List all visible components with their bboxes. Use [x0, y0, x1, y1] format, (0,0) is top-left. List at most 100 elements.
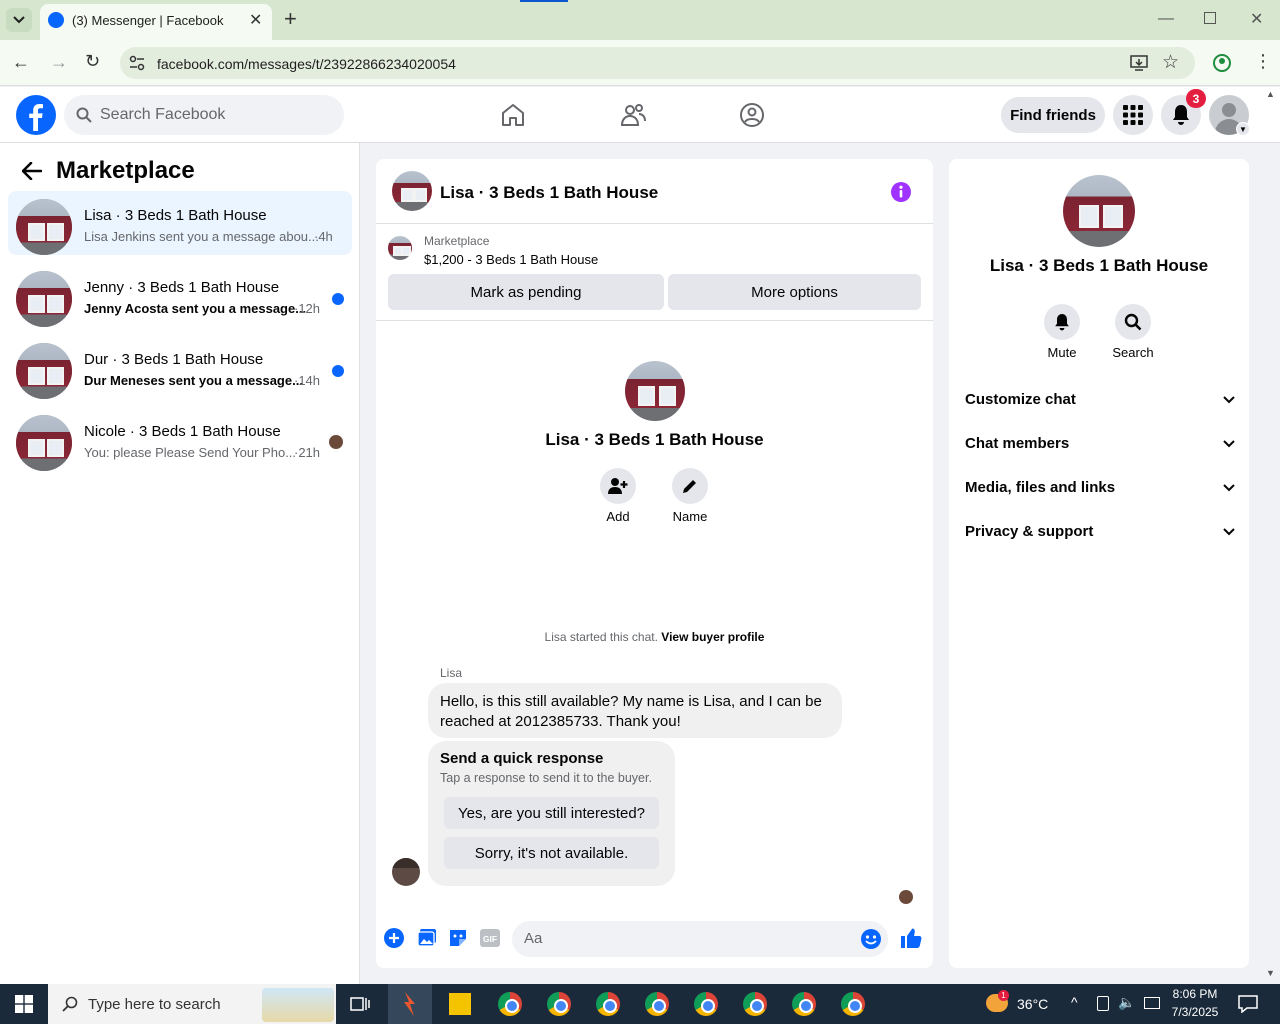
add-people-button[interactable] — [600, 468, 636, 504]
taskbar-chrome-window[interactable] — [488, 984, 532, 1024]
chrome-icon — [841, 992, 865, 1016]
listing-thumbnail — [16, 271, 72, 327]
svg-text:GIF: GIF — [483, 934, 497, 944]
section-label: Media, files and links — [965, 479, 1116, 496]
new-tab-icon[interactable]: + — [284, 6, 297, 32]
message-input[interactable] — [512, 921, 888, 957]
name-chat-button[interactable] — [672, 468, 708, 504]
view-buyer-profile-link[interactable]: View buyer profile — [661, 630, 764, 644]
close-tab-icon[interactable]: ✕ — [249, 10, 262, 30]
like-icon[interactable] — [899, 926, 923, 950]
minimize-icon[interactable]: — — [1158, 10, 1174, 28]
scroll-up-arrow[interactable]: ▲ — [1266, 89, 1275, 99]
profile-icon[interactable] — [1212, 53, 1232, 73]
menu-button[interactable] — [1113, 95, 1153, 135]
conversation-item[interactable]: Dur · 3 Beds 1 Bath House Dur Meneses se… — [8, 335, 352, 399]
message-bubble: Hello, is this still available? My name … — [428, 683, 842, 738]
conversation-item[interactable]: Jenny · 3 Beds 1 Bath House Jenny Acosta… — [8, 263, 352, 327]
restore-icon[interactable] — [1204, 12, 1216, 24]
customize-chat-section[interactable]: Customize chat — [965, 391, 1235, 408]
chat-members-section[interactable]: Chat members — [965, 435, 1235, 452]
clock-date[interactable]: 7/3/2025 — [1166, 1005, 1224, 1019]
conversation-item[interactable]: Nicole · 3 Beds 1 Bath House You: please… — [8, 407, 352, 471]
gif-icon[interactable]: GIF — [479, 928, 501, 948]
notification-center-icon[interactable] — [1238, 995, 1258, 1013]
facebook-search-placeholder: Search Facebook — [100, 106, 226, 123]
info-icon[interactable] — [890, 181, 912, 203]
groups-icon[interactable] — [739, 102, 765, 128]
back-arrow-icon[interactable] — [22, 162, 42, 180]
taskbar-chrome-window[interactable] — [586, 984, 630, 1024]
device-icon[interactable] — [1097, 996, 1109, 1011]
taskbar-chrome-window[interactable] — [831, 984, 875, 1024]
taskbar-sticky-notes[interactable] — [438, 984, 482, 1024]
sender-name: Lisa — [440, 666, 463, 680]
temperature[interactable]: 36°C — [1017, 996, 1048, 1012]
search-conversation-button[interactable] — [1115, 304, 1151, 340]
chrome-icon — [792, 992, 816, 1016]
task-view-icon — [350, 997, 370, 1011]
install-app-icon[interactable] — [1130, 54, 1148, 72]
taskbar-chrome-window[interactable] — [782, 984, 826, 1024]
details-avatar — [1063, 175, 1135, 247]
quick-reply-no-button[interactable]: Sorry, it's not available. — [444, 837, 659, 869]
mute-button[interactable] — [1044, 304, 1080, 340]
chevron-down-icon — [1223, 527, 1235, 535]
taskbar-chrome-window[interactable] — [635, 984, 679, 1024]
find-friends-button[interactable]: Find friends — [1001, 97, 1105, 133]
quick-reply-yes-button[interactable]: Yes, are you still interested? — [444, 797, 659, 829]
listing-thumbnail — [16, 415, 72, 471]
account-chevron-icon[interactable]: ▼ — [1236, 122, 1250, 136]
conversation-preview: Lisa Jenkins sent you a message abou... — [84, 229, 319, 244]
privacy-support-section[interactable]: Privacy & support — [965, 523, 1235, 540]
add-label: Add — [606, 509, 630, 524]
site-settings-icon[interactable] — [129, 55, 145, 71]
chat-title[interactable]: Lisa · 3 Beds 1 Bath House — [440, 183, 658, 203]
url-text: facebook.com/messages/t/2392286623402005… — [157, 56, 456, 72]
volume-icon[interactable]: 🔈 — [1118, 994, 1135, 1011]
plus-circle-icon[interactable] — [384, 928, 404, 948]
tray-expand-icon[interactable]: ^ — [1071, 994, 1078, 1010]
clock-time[interactable]: 8:06 PM — [1166, 987, 1224, 1001]
listing-price-title[interactable]: $1,200 - 3 Beds 1 Bath House — [424, 252, 598, 267]
tab-search-button[interactable] — [6, 8, 32, 32]
browser-menu-icon[interactable]: ⋮ — [1254, 51, 1272, 72]
sticky-notes-icon — [449, 993, 471, 1015]
chevron-down-icon — [13, 16, 25, 24]
taskbar-chrome-window[interactable] — [684, 984, 728, 1024]
listing-thumbnail-small — [388, 236, 412, 260]
friends-icon[interactable] — [620, 102, 646, 128]
chat-profile-name: Lisa · 3 Beds 1 Bath House — [545, 430, 764, 449]
mark-as-pending-button[interactable]: Mark as pending — [388, 274, 664, 310]
details-name: Lisa · 3 Beds 1 Bath House — [989, 256, 1209, 275]
forward-icon[interactable]: → — [50, 52, 68, 73]
emoji-icon[interactable] — [860, 928, 882, 950]
taskbar-app-pinned[interactable] — [388, 984, 432, 1024]
listing-label: Marketplace — [424, 234, 490, 248]
network-icon[interactable] — [1144, 997, 1160, 1009]
conversation-time: ·21h — [294, 445, 321, 460]
close-window-icon[interactable]: ✕ — [1250, 9, 1263, 29]
bookmark-star-icon[interactable]: ☆ — [1162, 51, 1179, 74]
scroll-down-arrow[interactable]: ▼ — [1266, 968, 1275, 978]
grid-menu-icon — [1123, 105, 1143, 125]
message-input-placeholder: Aa — [524, 930, 543, 947]
photo-icon[interactable] — [417, 928, 437, 948]
task-view-button[interactable] — [338, 984, 382, 1024]
divider — [376, 320, 933, 321]
windows-start-icon[interactable] — [15, 995, 33, 1013]
facebook-logo-icon[interactable] — [16, 95, 56, 135]
sticker-icon[interactable] — [448, 928, 468, 948]
media-files-links-section[interactable]: Media, files and links — [965, 479, 1235, 496]
reload-icon[interactable]: ↻ — [85, 51, 100, 72]
chat-avatar[interactable] — [392, 171, 432, 211]
home-icon[interactable] — [500, 102, 526, 128]
quick-response-subtitle: Tap a response to send it to the buyer. — [440, 771, 652, 785]
conversation-item[interactable]: Lisa · 3 Beds 1 Bath House Lisa Jenkins … — [8, 191, 352, 255]
back-icon[interactable]: ← — [12, 52, 30, 73]
chat-started-note: Lisa started this chat. View buyer profi… — [376, 630, 933, 644]
chrome-icon — [498, 992, 522, 1016]
taskbar-chrome-window[interactable] — [733, 984, 777, 1024]
taskbar-chrome-window[interactable] — [537, 984, 581, 1024]
more-options-button[interactable]: More options — [668, 274, 921, 310]
